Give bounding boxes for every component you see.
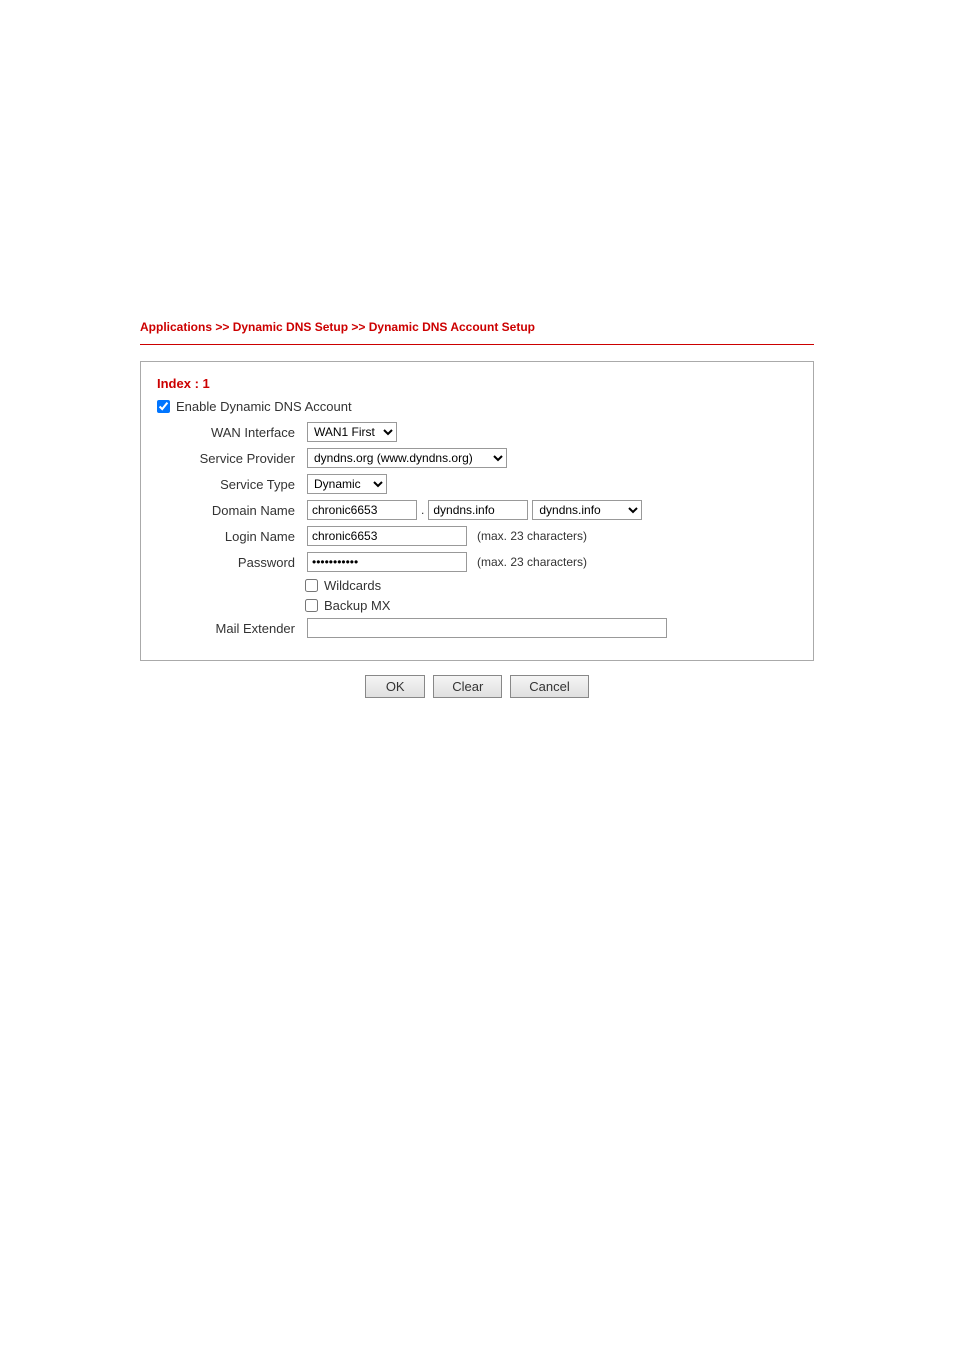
section-divider <box>140 344 814 345</box>
breadcrumb: Applications >> Dynamic DNS Setup >> Dyn… <box>140 320 814 334</box>
backup-mx-row: Backup MX <box>157 598 797 613</box>
domain-name-value: . dyndns.info dyndns.org dyndns.biz <box>307 500 642 520</box>
enable-row: Enable Dynamic DNS Account <box>157 399 797 414</box>
password-max-chars: (max. 23 characters) <box>477 555 587 569</box>
mail-extender-row: Mail Extender <box>157 618 797 638</box>
clear-button[interactable]: Clear <box>433 675 502 698</box>
service-type-select[interactable]: Dynamic Static Custom <box>307 474 387 494</box>
password-input[interactable] <box>307 552 467 572</box>
password-label: Password <box>177 555 307 570</box>
domain-name-label: Domain Name <box>177 503 307 518</box>
mail-extender-label: Mail Extender <box>177 621 307 636</box>
wildcards-row: Wildcards <box>157 578 797 593</box>
service-type-label: Service Type <box>177 477 307 492</box>
domain-part2-input[interactable] <box>428 500 528 520</box>
login-max-chars: (max. 23 characters) <box>477 529 587 543</box>
service-provider-value: dyndns.org (www.dyndns.org) <box>307 448 507 468</box>
enable-label: Enable Dynamic DNS Account <box>176 399 352 414</box>
service-type-row: Service Type Dynamic Static Custom <box>157 474 797 494</box>
wan-interface-select[interactable]: WAN1 First WAN2 First <box>307 422 397 442</box>
ok-button[interactable]: OK <box>365 675 425 698</box>
mail-extender-value <box>307 618 667 638</box>
index-label: Index : 1 <box>157 376 797 391</box>
service-provider-select[interactable]: dyndns.org (www.dyndns.org) <box>307 448 507 468</box>
enable-checkbox[interactable] <box>157 400 170 413</box>
page-container: Applications >> Dynamic DNS Setup >> Dyn… <box>0 0 954 1351</box>
domain-separator: . <box>421 503 424 517</box>
wan-interface-row: WAN Interface WAN1 First WAN2 First <box>157 422 797 442</box>
password-value: (max. 23 characters) <box>307 552 587 572</box>
domain-part1-input[interactable] <box>307 500 417 520</box>
service-provider-label: Service Provider <box>177 451 307 466</box>
service-provider-row: Service Provider dyndns.org (www.dyndns.… <box>157 448 797 468</box>
button-row: OK Clear Cancel <box>140 675 814 698</box>
domain-name-row: Domain Name . dyndns.info dyndns.org dyn… <box>157 500 797 520</box>
service-type-value: Dynamic Static Custom <box>307 474 387 494</box>
login-name-value: (max. 23 characters) <box>307 526 587 546</box>
wildcards-label: Wildcards <box>324 578 381 593</box>
backup-mx-label: Backup MX <box>324 598 390 613</box>
wildcards-checkbox[interactable] <box>305 579 318 592</box>
login-name-label: Login Name <box>177 529 307 544</box>
login-name-input[interactable] <box>307 526 467 546</box>
backup-mx-checkbox[interactable] <box>305 599 318 612</box>
login-name-row: Login Name (max. 23 characters) <box>157 526 797 546</box>
wan-interface-label: WAN Interface <box>177 425 307 440</box>
domain-select[interactable]: dyndns.info dyndns.org dyndns.biz <box>532 500 642 520</box>
password-row: Password (max. 23 characters) <box>157 552 797 572</box>
wan-interface-value: WAN1 First WAN2 First <box>307 422 397 442</box>
form-box: Index : 1 Enable Dynamic DNS Account WAN… <box>140 361 814 661</box>
cancel-button[interactable]: Cancel <box>510 675 588 698</box>
mail-extender-input[interactable] <box>307 618 667 638</box>
